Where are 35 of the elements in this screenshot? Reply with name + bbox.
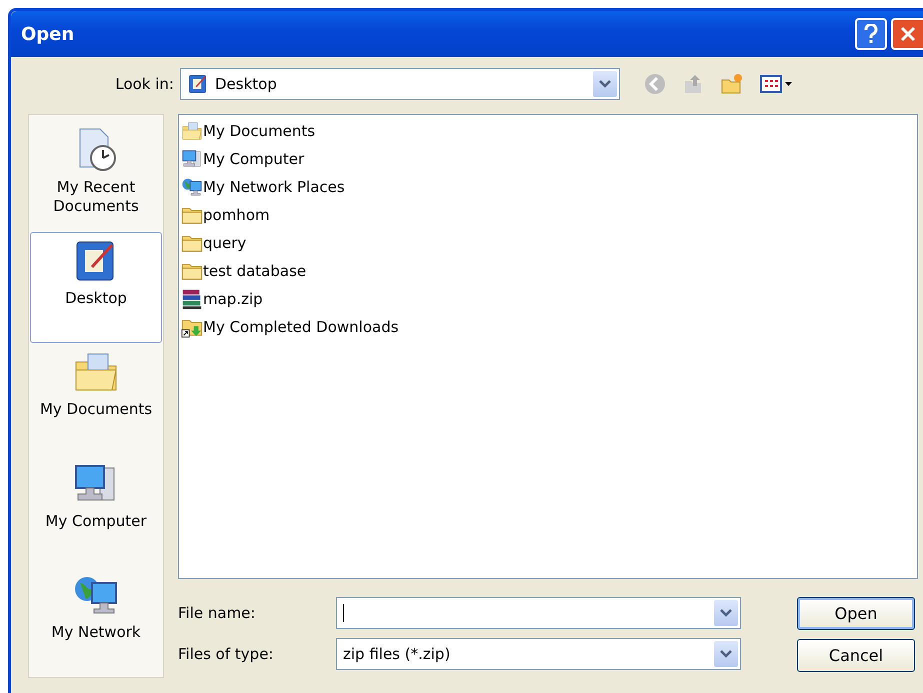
places-item[interactable]: My Network — [30, 566, 162, 677]
places-item[interactable]: My Recent Documents — [30, 121, 162, 232]
desktop-icon — [187, 73, 209, 95]
dropdown-caret-icon[interactable] — [714, 641, 738, 667]
look-in-label: Look in: — [114, 75, 175, 93]
new-folder-icon[interactable] — [720, 73, 744, 95]
dropdown-caret-icon[interactable] — [714, 600, 738, 626]
file-item[interactable]: map.zip — [181, 285, 917, 313]
help-button[interactable] — [855, 18, 887, 50]
file-item[interactable]: My Completed Downloads — [181, 313, 917, 341]
question-mark-icon — [863, 24, 879, 44]
places-item[interactable]: Desktop — [30, 232, 162, 344]
look-in-dropdown[interactable]: Desktop — [180, 68, 620, 100]
file-item[interactable]: test database — [181, 257, 917, 285]
file-item[interactable]: My Network Places — [181, 173, 917, 201]
places-item[interactable]: My Documents — [30, 343, 162, 455]
close-icon — [899, 25, 917, 43]
file-name-field[interactable] — [336, 597, 741, 629]
folder-document-icon — [181, 120, 203, 142]
globe-computer-icon — [181, 176, 203, 198]
file-type-dropdown[interactable]: zip files (*.zip) — [336, 638, 741, 670]
close-button[interactable] — [891, 18, 923, 50]
book-stack-icon — [181, 288, 203, 310]
file-item[interactable]: pomhom — [181, 201, 917, 229]
cancel-button[interactable]: Cancel — [797, 639, 915, 672]
file-type-label: Files of type: — [178, 645, 274, 663]
file-item[interactable]: My Computer — [181, 145, 917, 173]
open-button[interactable]: Open — [797, 597, 915, 630]
file-name-label: File name: — [178, 604, 256, 622]
places-item[interactable]: My Computer — [30, 454, 162, 566]
file-item[interactable]: My Documents — [181, 117, 917, 145]
window-title: Open — [21, 24, 74, 44]
dropdown-caret-icon[interactable] — [593, 71, 617, 97]
file-item[interactable]: query — [181, 229, 917, 257]
view-menu-icon[interactable] — [760, 74, 794, 94]
